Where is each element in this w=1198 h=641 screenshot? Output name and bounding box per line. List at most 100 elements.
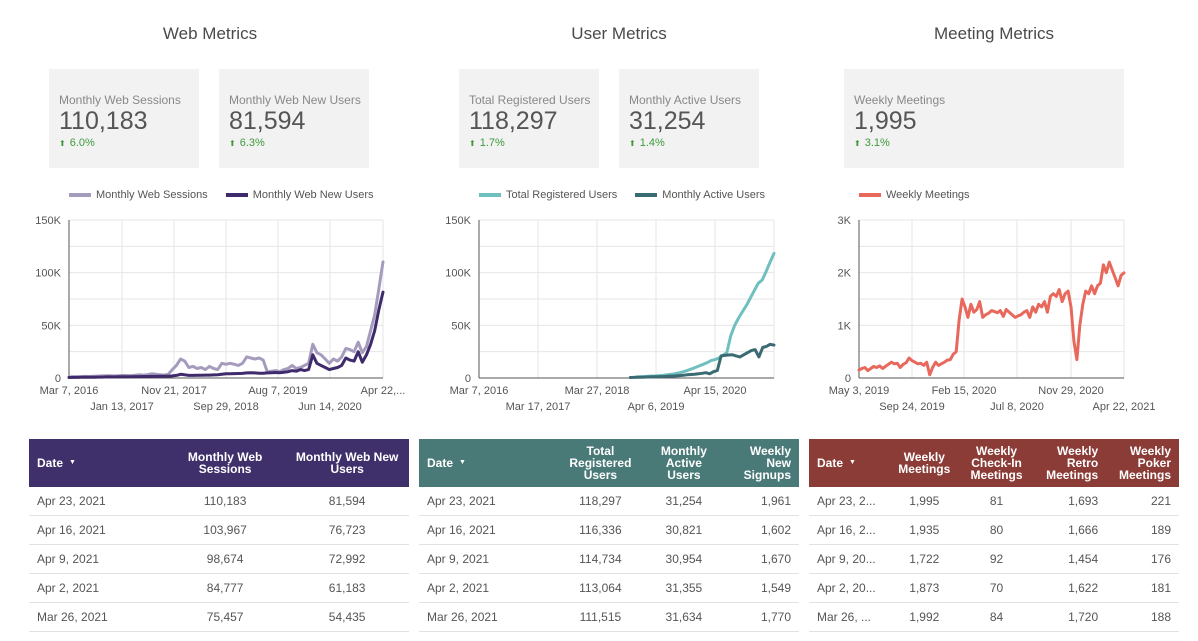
cell-value: 1,622 <box>1033 573 1107 603</box>
cell-date: Apr 9, 2021 <box>29 544 165 574</box>
cell-value: 1,873 <box>889 573 960 603</box>
table-header-row: Date ▼ Total Registered Users Monthly Activ… <box>419 439 799 487</box>
cell-value: 114,734 <box>555 544 646 574</box>
cell-date: Apr 16, 2021 <box>29 515 165 545</box>
cell-value: 81 <box>959 487 1034 516</box>
cell-date: Apr 2, 2021 <box>419 573 555 603</box>
column-header[interactable]: Weekly Meetings <box>889 439 960 487</box>
cell-value: 1,693 <box>1033 487 1107 516</box>
column-header[interactable]: Monthly Web New Users <box>285 439 409 487</box>
cell-value: 30,954 <box>645 544 722 574</box>
cell-value: 1,961 <box>722 487 799 516</box>
table-row[interactable]: Apr 23, 2... 1,995 81 1,693 221 <box>809 487 1179 516</box>
cell-date: Apr 23, 2... <box>809 487 889 516</box>
table-row[interactable]: Apr 23, 2021 110,183 81,594 <box>29 487 409 516</box>
x-tick-label: Jul 8, 2020 <box>990 401 1044 413</box>
cell-value: 1,992 <box>889 602 960 632</box>
cell-date: Apr 23, 2021 <box>419 487 555 516</box>
cell-value: 70 <box>959 573 1034 603</box>
cell-value: 61,183 <box>285 573 409 603</box>
cell-date: Apr 2, 2021 <box>29 573 165 603</box>
table-row[interactable]: Mar 26, 2021 75,457 54,435 <box>29 602 409 632</box>
column-header[interactable]: Weekly New Signups <box>722 439 799 487</box>
cell-date: Apr 2, 20... <box>809 573 889 603</box>
cell-value: 31,355 <box>645 573 722 603</box>
cell-date: Mar 26, 2021 <box>29 602 165 632</box>
cell-value: 1,995 <box>889 487 960 516</box>
caret-down-icon: ▼ <box>459 459 466 467</box>
cell-value: 84 <box>959 602 1034 632</box>
cell-value: 176 <box>1106 544 1179 574</box>
y-tick-label: 0 <box>845 373 851 385</box>
cell-value: 84,777 <box>165 573 286 603</box>
table-row[interactable]: Apr 2, 2021 113,064 31,355 1,549 <box>419 573 799 603</box>
chart-meeting-metrics: 0 1K 2K 3K May 3, 2019 Feb 15, 2020 Nov 29, 20… <box>829 215 1156 413</box>
cell-date: Mar 26, 2021 <box>419 602 555 632</box>
cell-value: 72,992 <box>285 544 409 574</box>
cell-date: Mar 26, ... <box>809 602 889 632</box>
table-row[interactable]: Apr 9, 2021 114,734 30,954 1,670 <box>419 544 799 574</box>
series-line-weekly-meetings <box>857 260 1126 377</box>
table-row[interactable]: Apr 16, 2021 116,336 30,821 1,602 <box>419 515 799 545</box>
cell-value: 221 <box>1106 487 1179 516</box>
x-tick-label: Feb 15, 2020 <box>932 385 997 397</box>
cell-value: 81,594 <box>285 487 409 516</box>
caret-down-icon: ▼ <box>849 459 856 467</box>
table-row[interactable]: Mar 26, ... 1,992 84 1,720 188 <box>809 602 1179 632</box>
cell-value: 31,254 <box>645 487 722 516</box>
cell-value: 76,723 <box>285 515 409 545</box>
cell-value: 181 <box>1106 573 1179 603</box>
cell-value: 103,967 <box>165 515 286 545</box>
y-tick-label: 3K <box>838 215 852 227</box>
column-header[interactable]: Total Registered Users <box>555 439 646 487</box>
web-metrics-table: Date ▼ Monthly Web Sessions Monthly Web New… <box>29 439 409 632</box>
table-header-row: Date ▼ Monthly Web Sessions Monthly Web New… <box>29 439 409 487</box>
cell-value: 116,336 <box>555 515 646 545</box>
column-header-label: Date <box>427 455 454 470</box>
cell-value: 1,770 <box>722 602 799 632</box>
cell-value: 1,670 <box>722 544 799 574</box>
column-header-label: Date <box>817 455 844 470</box>
y-tick-label: 2K <box>838 268 852 280</box>
cell-value: 54,435 <box>285 602 409 632</box>
table-row[interactable]: Apr 2, 20... 1,873 70 1,622 181 <box>809 573 1179 603</box>
column-header-date[interactable]: Date ▼ <box>809 439 889 487</box>
table-row[interactable]: Apr 23, 2021 118,297 31,254 1,961 <box>419 487 799 516</box>
cell-value: 1,666 <box>1033 515 1107 545</box>
table-row[interactable]: Apr 16, 2... 1,935 80 1,666 189 <box>809 515 1179 545</box>
column-header[interactable]: Monthly Active Users <box>645 439 722 487</box>
caret-down-icon: ▼ <box>69 459 76 467</box>
cell-date: Apr 23, 2021 <box>29 487 165 516</box>
cell-value: 189 <box>1106 515 1179 545</box>
column-header[interactable]: Weekly Retro Meetings <box>1033 439 1107 487</box>
x-tick-label: May 3, 2019 <box>829 385 890 397</box>
cell-value: 111,515 <box>555 602 646 632</box>
column-header[interactable]: Monthly Web Sessions <box>165 439 286 487</box>
table-row[interactable]: Apr 9, 20... 1,722 92 1,454 176 <box>809 544 1179 574</box>
cell-value: 30,821 <box>645 515 722 545</box>
cell-date: Apr 9, 2021 <box>419 544 555 574</box>
column-header-date[interactable]: Date ▼ <box>29 439 165 487</box>
column-header-label: Date <box>37 455 64 470</box>
table-row[interactable]: Apr 16, 2021 103,967 76,723 <box>29 515 409 545</box>
x-tick-label: Apr 22, 2021 <box>1093 401 1156 413</box>
table-row[interactable]: Apr 9, 2021 98,674 72,992 <box>29 544 409 574</box>
meeting-metrics-table: Date ▼ Weekly Meetings Weekly Check-In Meet… <box>809 439 1179 632</box>
column-header[interactable]: Weekly Check-In Meetings <box>959 439 1034 487</box>
table-row[interactable]: Mar 26, 2021 111,515 31,634 1,770 <box>419 602 799 632</box>
cell-value: 75,457 <box>165 602 286 632</box>
user-metrics-table: Date ▼ Total Registered Users Monthly Activ… <box>419 439 799 632</box>
cell-value: 80 <box>959 515 1034 545</box>
table-row[interactable]: Apr 2, 2021 84,777 61,183 <box>29 573 409 603</box>
column-header-date[interactable]: Date ▼ <box>419 439 555 487</box>
cell-value: 1,722 <box>889 544 960 574</box>
x-tick-label: Sep 24, 2019 <box>879 401 944 413</box>
cell-value: 113,064 <box>555 573 646 603</box>
cell-date: Apr 9, 20... <box>809 544 889 574</box>
cell-value: 98,674 <box>165 544 286 574</box>
cell-value: 110,183 <box>165 487 286 516</box>
column-header[interactable]: Weekly Poker Meetings <box>1106 439 1179 487</box>
cell-value: 1,720 <box>1033 602 1107 632</box>
cell-value: 1,602 <box>722 515 799 545</box>
cell-date: Apr 16, 2... <box>809 515 889 545</box>
